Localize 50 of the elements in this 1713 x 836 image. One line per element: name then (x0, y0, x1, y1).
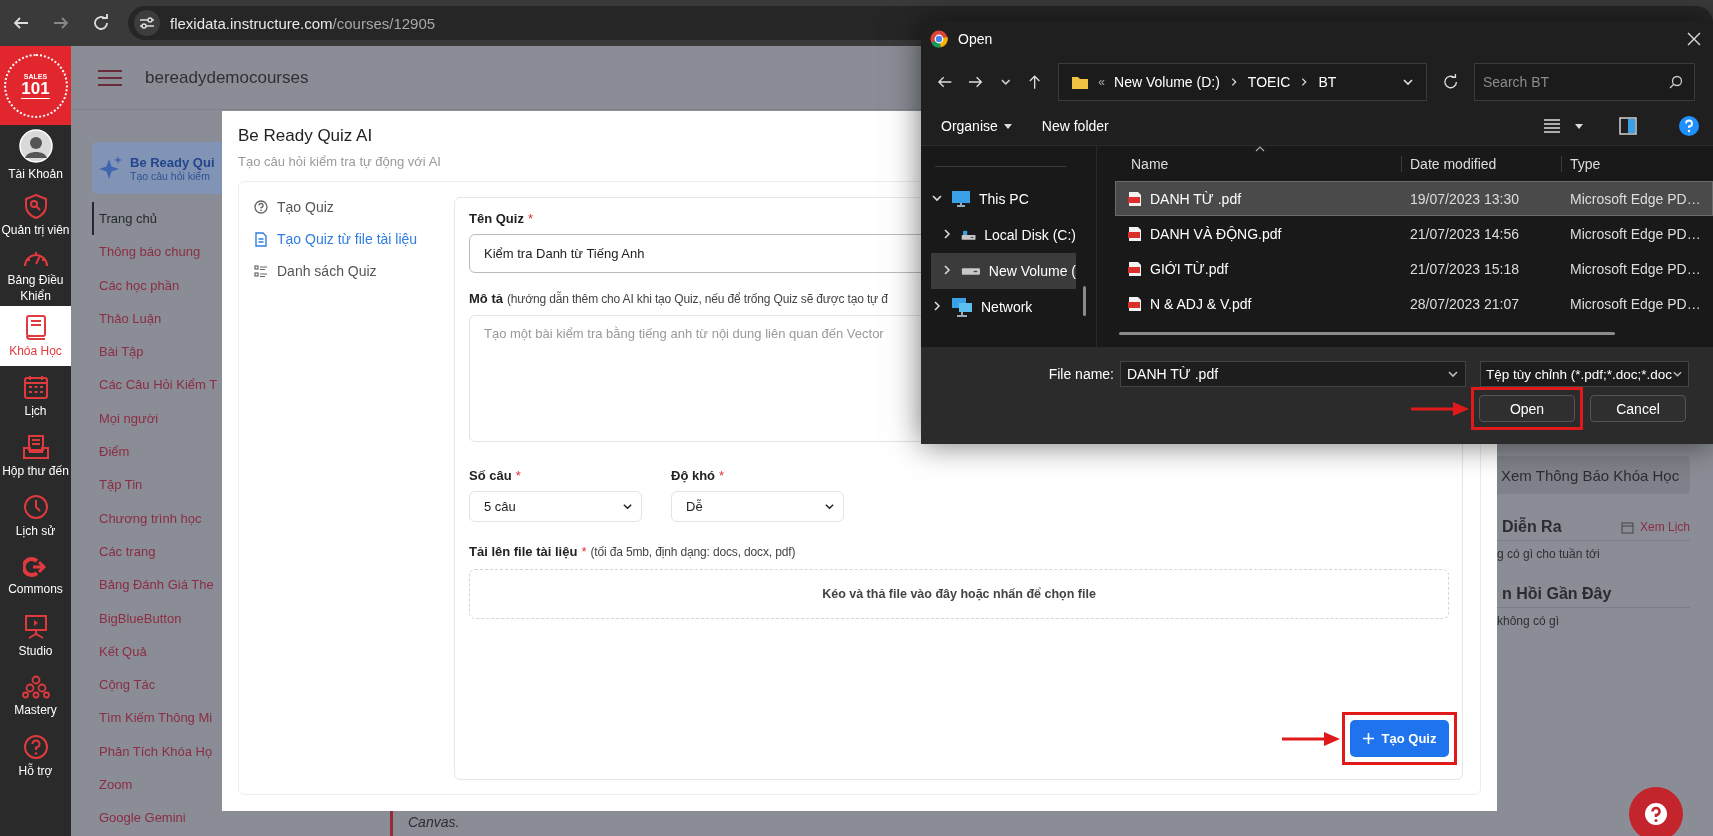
section-heading: Diễn Ra (1502, 518, 1562, 536)
file-date: 21/07/2023 14:56 (1409, 225, 1520, 242)
required-mark: * (719, 468, 725, 483)
nav-label: Commons (8, 580, 63, 597)
nav-label: Bảng Điều Khiển (6, 272, 65, 304)
file-type: Microsoft Edge PD… (1569, 260, 1702, 277)
promo-subtitle: Tạo câu hỏi kiểm (130, 169, 210, 182)
file-name: N & ADJ & V.pdf (1150, 295, 1252, 312)
nav-label: Quản trị viên (1, 221, 70, 238)
modal-title: Be Ready Quiz AI (238, 126, 373, 146)
nav-label: Hỗ trợ (18, 762, 53, 779)
file-date: 19/07/2023 13:30 (1409, 190, 1520, 207)
file-date: 28/07/2023 21:07 (1409, 295, 1520, 312)
course-title: bereadydemocourses (145, 67, 309, 88)
nav-label: Studio (18, 642, 53, 659)
field-label: Tải lên file tài liệu (469, 544, 578, 559)
required-mark: * (527, 211, 533, 226)
file-type: Microsoft Edge PD… (1569, 190, 1702, 207)
nav-label: Hộp thư đến (2, 462, 69, 479)
file-name: DANH TỪ .pdf (1150, 190, 1242, 207)
nav-label: Tài Khoản (8, 165, 63, 182)
url-text: flexidata.instructure.com/courses/12905 (170, 14, 436, 32)
nav-label: Lịch sử (15, 522, 56, 539)
section-heading: n Hồi Gần Đây (1502, 585, 1612, 603)
tree-label: Network (981, 299, 1033, 315)
nav-label: Lịch (24, 402, 47, 419)
field-label: Mô tả (469, 291, 503, 306)
empty-text: g có gì cho tuần tới (1497, 546, 1601, 561)
required-mark: * (515, 468, 521, 483)
file-date: 21/07/2023 15:18 (1409, 260, 1520, 277)
file-name: DANH VÀ ĐỘNG.pdf (1150, 225, 1282, 242)
required-mark: * (581, 544, 587, 559)
tree-label: Local Disk (C:) (984, 227, 1076, 243)
modal-subtitle: Tạo câu hỏi kiểm tra tự động với AI (238, 154, 441, 169)
file-name: GIỚI TỪ.pdf (1150, 260, 1229, 277)
field-label: Số câu (469, 468, 512, 483)
nav-label: Khóa Học (9, 342, 62, 359)
field-hint: (hướng dẫn thêm cho AI khi tạo Quiz, nếu để trống Quiz sẽ được tạo tự đ (506, 292, 888, 306)
overflow-marker: « (1098, 75, 1106, 89)
nav-label: Mastery (14, 701, 57, 718)
field-label: Độ khó (671, 468, 716, 483)
file-type: Microsoft Edge PD… (1569, 225, 1702, 242)
tree-label: This PC (979, 191, 1029, 207)
field-label: Tên Quiz (469, 211, 524, 226)
tree-label: New Volume ( (988, 263, 1076, 279)
promo-title: Be Ready Qui (130, 154, 215, 170)
field-hint: (tối đa 5mb, định dạng: docs, docx, pdf) (590, 545, 796, 559)
empty-text: không có gì (1497, 613, 1561, 628)
file-type: Microsoft Edge PD… (1569, 295, 1702, 312)
file-name-label: File name: (1048, 366, 1114, 382)
